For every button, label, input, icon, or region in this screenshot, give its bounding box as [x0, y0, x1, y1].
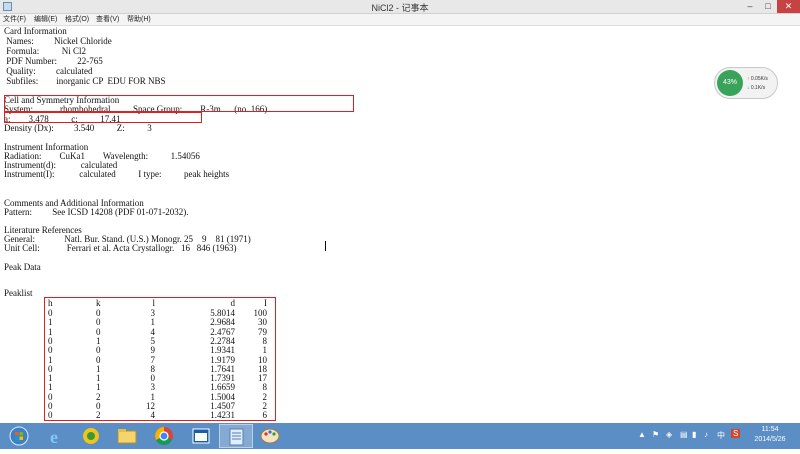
upload-arrow-icon: ↑	[747, 76, 750, 82]
download-arrow-icon: ↓	[747, 85, 750, 91]
text-line: Unit Cell: Ferrari et al. Acta Crystallo…	[4, 243, 237, 253]
taskbar: e ▲ ⚑ ◈ ▤ ▮ ♪ 中 S 11:54 2014/5/26	[0, 423, 800, 449]
svg-text:e: e	[50, 427, 58, 447]
file-explorer-icon	[117, 429, 137, 444]
tray-flag-icon[interactable]: ⚑	[652, 430, 659, 439]
download-row: ↓ 0.1K/s	[747, 85, 765, 91]
tray-up-arrow-icon[interactable]: ▲	[638, 430, 646, 439]
tray-network-icon[interactable]: ▮	[692, 430, 696, 439]
tray-volume-icon[interactable]: ♪	[704, 430, 708, 439]
ime-indicator[interactable]: 中	[717, 430, 725, 441]
text-line: Formula: Ni Cl2	[4, 46, 87, 56]
menu-format[interactable]: 格式(O)	[65, 14, 89, 25]
highlight-box-peaklist	[44, 297, 276, 421]
title-bar: NiCl2 - 记事本 – □ ✕	[0, 0, 800, 14]
text-line: Quality: calculated	[4, 66, 93, 76]
menu-file[interactable]: 文件(F)	[3, 14, 26, 25]
window-app-icon	[192, 428, 210, 444]
text-line: Card Information	[4, 26, 67, 36]
tray-keyboard-icon[interactable]: ▤	[680, 430, 688, 439]
internet-explorer-icon: e	[50, 427, 58, 447]
highlight-box-cell-params	[4, 112, 202, 123]
taskbar-chrome[interactable]	[148, 424, 182, 448]
text-line: Pattern: See ICSD 14208 (PDF 01-071-2032…	[4, 207, 189, 217]
menu-help[interactable]: 帮助(H)	[127, 14, 151, 25]
minimize-button[interactable]: –	[741, 0, 759, 13]
start-orb-icon	[9, 426, 29, 446]
clock-time: 11:54	[761, 426, 779, 433]
tray-s-icon[interactable]: S	[731, 429, 741, 438]
paint-icon	[260, 428, 280, 444]
network-speed-widget[interactable]: 43% ↑ 0.05K/s ↓ 0.1K/s	[714, 67, 778, 99]
clock[interactable]: 11:54 2014/5/26	[745, 425, 795, 445]
security-app-icon	[83, 428, 99, 444]
text-line: Peak Data	[4, 262, 41, 272]
download-speed: 0.1K/s	[750, 85, 766, 91]
taskbar-ie[interactable]: e	[40, 424, 74, 448]
maximize-button[interactable]: □	[759, 0, 777, 13]
taskbar-notepad[interactable]	[219, 424, 253, 448]
start-button[interactable]	[4, 424, 38, 448]
taskbar-paint[interactable]	[254, 424, 288, 448]
menu-edit[interactable]: 编辑(E)	[34, 14, 57, 25]
text-line: Density (Dx): 3.540 Z: 3	[4, 123, 152, 133]
taskbar-security-app[interactable]	[75, 424, 109, 448]
text-line: Names: Nickel Chloride	[4, 36, 112, 46]
tray-app-icon[interactable]: ◈	[666, 430, 672, 439]
text-line: PDF Number: 22-765	[4, 56, 103, 66]
menu-view[interactable]: 查看(V)	[96, 14, 119, 25]
taskbar-file-explorer[interactable]	[110, 424, 144, 448]
highlight-box-symmetry	[4, 95, 354, 112]
clock-date: 2014/5/26	[754, 436, 786, 443]
text-line: Peaklist	[4, 288, 33, 298]
upload-row: ↑ 0.05K/s	[747, 76, 768, 82]
notepad-icon	[229, 428, 244, 446]
usage-percent: 43%	[717, 70, 743, 96]
text-line: Instrument(I): calculated I type: peak h…	[4, 169, 230, 179]
menu-bar: 文件(F) 编辑(E) 格式(O) 查看(V) 帮助(H)	[0, 14, 800, 26]
upload-speed: 0.05K/s	[750, 76, 768, 82]
text-line: Subfiles: inorganic CP EDU FOR NBS	[4, 76, 166, 86]
text-cursor	[325, 241, 326, 251]
close-button[interactable]: ✕	[777, 0, 800, 13]
chrome-icon	[155, 427, 173, 445]
taskbar-window-app[interactable]	[184, 424, 218, 448]
window-title: NiCl2 - 记事本	[371, 3, 429, 13]
